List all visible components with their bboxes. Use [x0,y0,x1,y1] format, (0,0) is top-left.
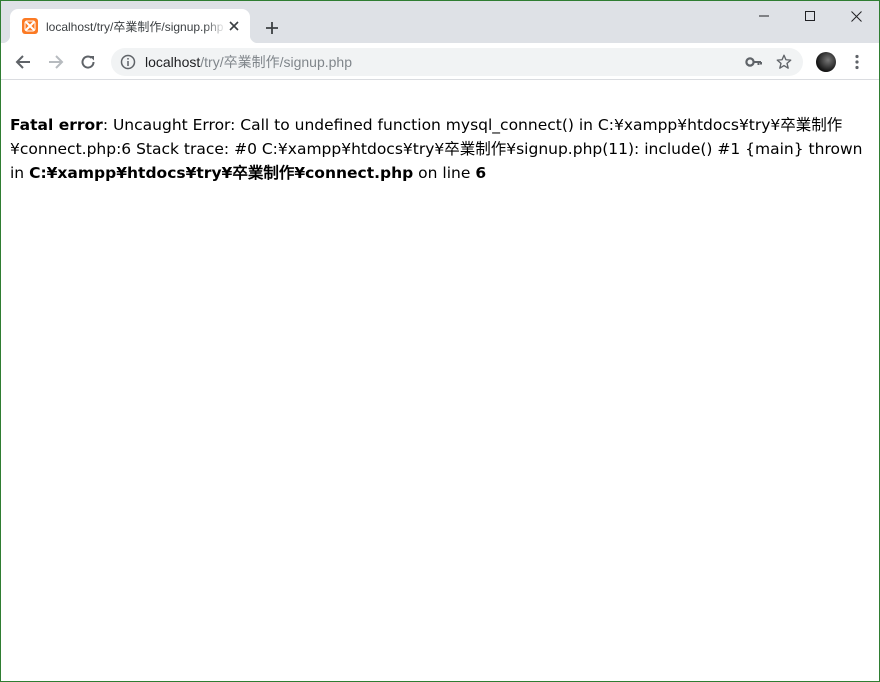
close-icon[interactable] [833,1,879,31]
url-text: localhost/try/卒業制作/signup.php [145,54,352,70]
error-on-line: on line [413,164,476,182]
tab-strip: localhost/try/卒業制作/signup.php [1,1,879,43]
php-error-message: Fatal error: Uncaught Error: Call to und… [10,113,872,185]
star-icon[interactable] [775,53,793,71]
close-icon[interactable] [226,18,242,34]
error-label: Fatal error [10,116,103,134]
maximize-icon[interactable] [787,1,833,31]
profile-avatar[interactable] [816,52,836,72]
browser-toolbar: localhost/try/卒業制作/signup.php [1,43,879,80]
info-icon[interactable] [120,54,136,70]
page-content: Fatal error: Uncaught Error: Call to und… [1,81,879,681]
forward-arrow-icon[interactable] [42,48,70,76]
plus-icon[interactable] [261,17,283,39]
url-host: localhost [145,54,201,70]
browser-window: localhost/try/卒業制作/signup.php localhost/… [0,0,880,682]
tab-active[interactable]: localhost/try/卒業制作/signup.php [2,9,258,43]
url-path: /try/卒業制作/signup.php [200,54,352,70]
reload-icon[interactable] [74,48,102,76]
address-bar[interactable]: localhost/try/卒業制作/signup.php [111,48,803,76]
key-icon[interactable] [745,54,763,70]
window-controls [741,1,879,31]
kebab-menu-icon[interactable] [847,52,867,72]
back-arrow-icon[interactable] [9,48,37,76]
error-line-number: 6 [475,164,487,182]
minimize-icon[interactable] [741,1,787,31]
tab-title: localhost/try/卒業制作/signup.php [46,19,224,34]
error-file: C:¥xampp¥htdocs¥try¥卒業制作¥connect.php [29,164,414,182]
xampp-icon [22,18,38,34]
